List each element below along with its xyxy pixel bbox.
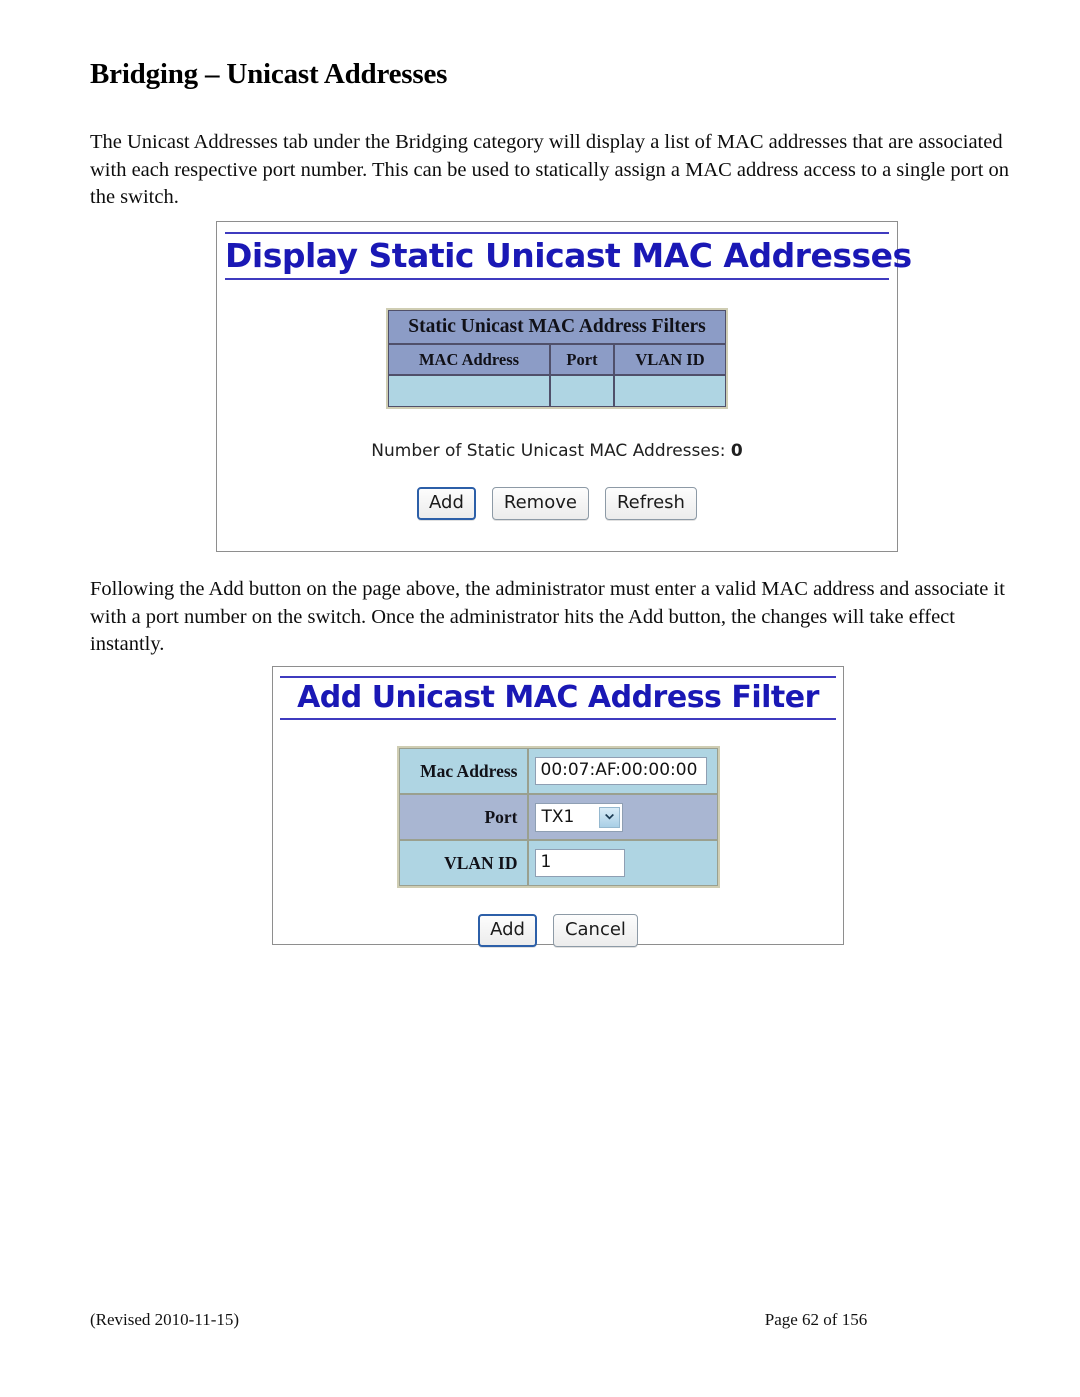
intro-paragraph: The Unicast Addresses tab under the Brid…	[90, 131, 1010, 208]
field-cell-vlan-id: 1	[527, 840, 718, 886]
cell-port	[550, 375, 614, 407]
display-page-title: Display Static Unicast MAC Addresses	[225, 232, 912, 280]
page-title: Bridging – Unicast Addresses	[90, 58, 448, 90]
table-span-header: Static Unicast MAC Address Filters	[388, 310, 726, 344]
label-port: Port	[398, 794, 528, 840]
footer-page-number: Page 62 of 156	[764, 1310, 868, 1329]
form-row-vlan-id: VLAN ID 1	[398, 840, 718, 886]
mac-address-input[interactable]: 00:07:AF:00:00:00	[534, 757, 707, 785]
label-mac-address: Mac Address	[398, 748, 528, 794]
remove-button[interactable]: Remove	[491, 487, 589, 520]
refresh-button[interactable]: Refresh	[604, 487, 697, 520]
table-span-header-row: Static Unicast MAC Address Filters	[388, 310, 726, 344]
document-page: Bridging – Unicast Addresses The Unicast…	[0, 0, 1080, 1397]
table-column-header-row: MAC Address Port VLAN ID	[388, 344, 726, 375]
static-unicast-table-wrapper: Static Unicast MAC Address Filters MAC A…	[217, 308, 897, 409]
add-button[interactable]: Add	[417, 487, 476, 520]
column-header-port: Port	[550, 344, 614, 375]
form-row-mac-address: Mac Address 00:07:AF:00:00:00	[398, 748, 718, 794]
display-button-row: Add Remove Refresh	[217, 487, 897, 520]
static-unicast-table: Static Unicast MAC Address Filters MAC A…	[386, 308, 728, 409]
add-filter-form-wrapper: Mac Address 00:07:AF:00:00:00 Port TX1 V…	[273, 746, 843, 888]
chevron-down-icon	[598, 806, 620, 828]
column-header-vlan-id: VLAN ID	[614, 344, 726, 375]
static-unicast-count-line: Number of Static Unicast MAC Addresses: …	[217, 441, 897, 461]
table-row	[388, 375, 726, 407]
add-page-title: Add Unicast MAC Address Filter	[280, 676, 836, 720]
count-value: 0	[730, 441, 743, 461]
add-description-paragraph: Following the Add button on the page abo…	[90, 578, 1005, 655]
cell-mac-address	[388, 375, 550, 407]
form-row-port: Port TX1	[398, 794, 718, 840]
port-select[interactable]: TX1	[534, 802, 623, 832]
cancel-button[interactable]: Cancel	[552, 914, 638, 947]
add-filter-form: Mac Address 00:07:AF:00:00:00 Port TX1 V…	[396, 746, 720, 888]
field-cell-port: TX1	[527, 794, 718, 840]
label-vlan-id: VLAN ID	[398, 840, 528, 886]
column-header-mac-address: MAC Address	[388, 344, 550, 375]
vlan-id-input[interactable]: 1	[534, 849, 625, 877]
cell-vlan-id	[614, 375, 726, 407]
count-label: Number of Static Unicast MAC Addresses:	[371, 441, 726, 461]
screenshot-add-unicast-filter: Add Unicast MAC Address Filter Mac Addre…	[272, 666, 844, 947]
add-submit-button[interactable]: Add	[478, 914, 537, 947]
field-cell-mac-address: 00:07:AF:00:00:00	[527, 748, 718, 794]
screenshot-display-static-unicast: Display Static Unicast MAC Addresses Sta…	[216, 221, 912, 552]
port-select-value: TX1	[541, 807, 575, 827]
add-form-button-row: Add Cancel	[273, 914, 843, 947]
